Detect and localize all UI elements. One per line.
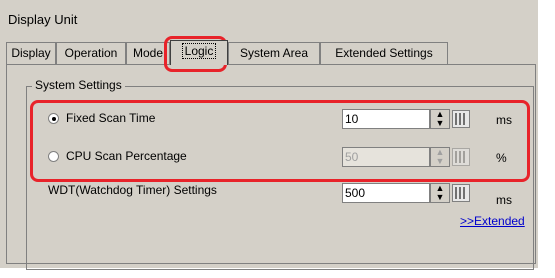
right-margin — [538, 0, 555, 278]
extended-link[interactable]: >>Extended — [460, 214, 525, 228]
window-title: Display Unit — [8, 12, 78, 27]
tab-label: Extended Settings — [335, 46, 433, 60]
tab-label: Display — [11, 46, 51, 60]
tab-system-area[interactable]: System Area — [228, 42, 320, 64]
tab-label: Operation — [64, 46, 118, 60]
tab-display[interactable]: Display — [6, 42, 56, 64]
wdt-spinner[interactable]: ▲ ▼ — [430, 183, 450, 203]
tab-label: Logic — [181, 43, 217, 59]
tab-extended-settings[interactable]: Extended Settings — [320, 42, 448, 64]
tab-logic[interactable]: Logic — [170, 40, 228, 65]
tab-label: Mode — [132, 46, 164, 60]
wdt-input[interactable]: 500 — [342, 183, 430, 203]
group-title: System Settings — [32, 78, 125, 92]
keypad-icon[interactable] — [452, 184, 470, 202]
scan-settings-highlight — [30, 100, 530, 182]
tab-label: System Area — [239, 46, 309, 60]
wdt-unit: ms — [496, 193, 512, 207]
wdt-label: WDT(Watchdog Timer) Settings — [48, 183, 217, 197]
tab-operation[interactable]: Operation — [56, 42, 126, 64]
